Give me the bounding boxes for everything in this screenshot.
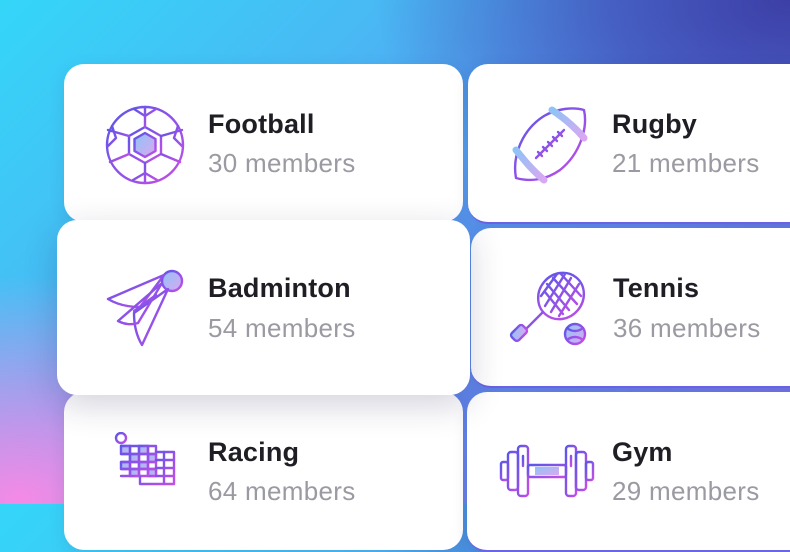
group-name: Gym bbox=[612, 437, 673, 467]
checkered-flag-icon bbox=[104, 432, 186, 514]
tennis-racket-icon bbox=[509, 268, 591, 350]
group-card-racing[interactable]: Racing 64 members bbox=[64, 392, 463, 550]
member-count: 29 members bbox=[612, 476, 760, 506]
group-card-tennis[interactable]: Tennis 36 members bbox=[471, 228, 790, 388]
member-count: 21 members bbox=[612, 148, 760, 178]
shuttlecock-icon bbox=[104, 267, 186, 349]
group-name: Badminton bbox=[208, 273, 351, 303]
group-name: Racing bbox=[208, 437, 300, 467]
group-name: Rugby bbox=[612, 109, 697, 139]
group-name: Tennis bbox=[613, 273, 700, 303]
member-count: 30 members bbox=[208, 148, 356, 178]
group-card-badminton[interactable]: Badminton 54 members bbox=[57, 220, 470, 395]
rugby-ball-icon bbox=[508, 104, 590, 186]
group-card-gym[interactable]: Gym 29 members bbox=[467, 392, 790, 552]
dumbbell-icon bbox=[499, 432, 595, 514]
group-card-football[interactable]: Football 30 members bbox=[64, 64, 463, 222]
group-name: Football bbox=[208, 109, 315, 139]
member-count: 64 members bbox=[208, 476, 356, 506]
group-card-rugby[interactable]: Rugby 21 members bbox=[468, 64, 790, 224]
football-icon bbox=[104, 104, 186, 186]
member-count: 54 members bbox=[208, 313, 356, 343]
member-count: 36 members bbox=[613, 313, 761, 343]
